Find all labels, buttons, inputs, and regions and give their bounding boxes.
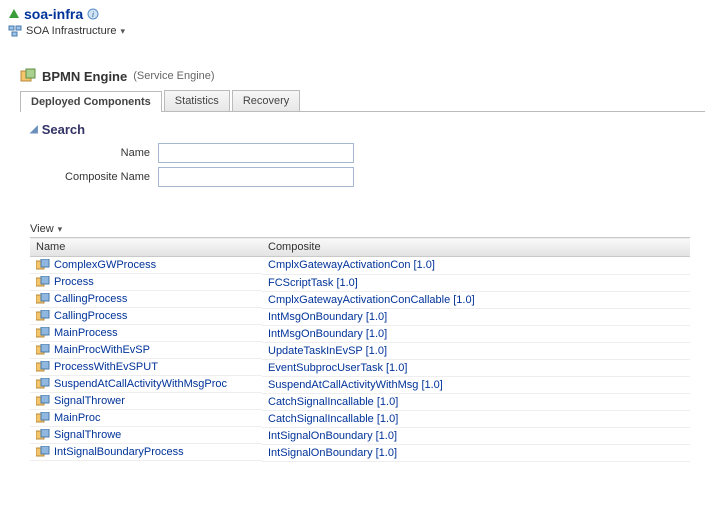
search-heading-label: Search [42,122,85,137]
nav-up-icon[interactable] [8,8,20,20]
breadcrumb-soa-infra[interactable]: soa-infra [24,6,83,22]
info-icon[interactable]: i [87,8,99,20]
table-row: SignalThrowe IntSignalOnBoundary [1.0] [30,427,690,444]
table-row: ComplexGWProcess CmplxGatewayActivationCo… [30,257,690,275]
table-row: SignalThrower CatchSignalIncallable [1.0] [30,393,690,410]
process-name-link[interactable]: CallingProcess [54,310,127,322]
composite-link[interactable]: CatchSignalIncallable [1.0] [268,396,398,408]
components-table: Name Composite ComplexGWProcess CmplxGate… [30,237,690,462]
composite-link[interactable]: IntMsgOnBoundary [1.0] [268,311,387,323]
table-row: MainProc CatchSignalIncallable [1.0] [30,410,690,427]
tab-bar: Deployed ComponentsStatisticsRecovery [20,90,705,112]
search-heading[interactable]: ◢ Search [30,122,705,137]
search-composite-input[interactable] [158,167,354,187]
composite-link[interactable]: IntMsgOnBoundary [1.0] [268,328,387,340]
search-name-row: Name [30,143,705,163]
view-menu[interactable]: View ▾ [30,223,705,235]
tab-deployed-components[interactable]: Deployed Components [20,91,162,112]
composite-link[interactable]: UpdateTaskInEvSP [1.0] [268,345,387,357]
process-name-link[interactable]: ComplexGWProcess [54,259,156,271]
process-icon [36,293,50,305]
search-composite-row: Composite Name [30,167,705,187]
composite-link[interactable]: IntSignalOnBoundary [1.0] [268,447,397,459]
process-icon [36,310,50,322]
process-icon [36,276,50,288]
composite-link[interactable]: CmplxGatewayActivationConCallable [1.0] [268,294,475,306]
search-name-input[interactable] [158,143,354,163]
process-icon [36,378,50,390]
composite-link[interactable]: CatchSignalIncallable [1.0] [268,413,398,425]
dropdown-icon[interactable]: ▾ [120,26,125,37]
process-icon [36,361,50,373]
engine-type: (Service Engine) [133,70,214,82]
process-name-link[interactable]: CallingProcess [54,293,127,305]
breadcrumb-row: soa-infra i [8,6,705,22]
table-row: CallingProcess IntMsgOnBoundary [1.0] [30,308,690,325]
process-icon [36,412,50,424]
composite-link[interactable]: EventSubprocUserTask [1.0] [268,362,407,374]
process-icon [36,429,50,441]
process-name-link[interactable]: SuspendAtCallActivityWithMsgProc [54,378,227,390]
col-header-composite[interactable]: Composite [262,238,690,257]
process-icon [36,327,50,339]
disclose-icon[interactable]: ◢ [30,124,38,135]
search-composite-label: Composite Name [30,171,158,183]
col-header-name[interactable]: Name [30,238,262,257]
process-name-link[interactable]: IntSignalBoundaryProcess [54,446,184,458]
search-panel: ◢ Search Name Composite Name [30,122,705,187]
table-row: IntSignalBoundaryProcess IntSignalOnBound… [30,444,690,461]
table-row: MainProcWithEvSP UpdateTaskInEvSP [1.0] [30,342,690,359]
context-menu-label[interactable]: SOA Infrastructure [26,25,116,37]
process-name-link[interactable]: MainProc [54,412,100,424]
table-row: SuspendAtCallActivityWithMsgProc SuspendA… [30,376,690,393]
table-row: ProcessWithEvSPUT EventSubprocUserTask [1… [30,359,690,376]
engine-title: BPMN Engine [42,69,127,84]
process-icon [36,395,50,407]
table-row: MainProcess IntMsgOnBoundary [1.0] [30,325,690,342]
process-name-link[interactable]: Process [54,276,94,288]
engine-header: BPMN Engine (Service Engine) [20,68,705,84]
table-row: CallingProcess CmplxGatewayActivationConC… [30,291,690,308]
tab-recovery[interactable]: Recovery [232,90,300,111]
svg-text:i: i [92,10,94,19]
tab-statistics[interactable]: Statistics [164,90,230,111]
search-name-label: Name [30,147,158,159]
dropdown-icon: ▾ [58,224,63,235]
view-menu-label: View [30,223,54,235]
process-name-link[interactable]: MainProcess [54,327,118,339]
composite-link[interactable]: SuspendAtCallActivityWithMsg [1.0] [268,379,443,391]
process-icon [36,446,50,458]
process-name-link[interactable]: SignalThrowe [54,429,121,441]
composite-link[interactable]: CmplxGatewayActivationCon [1.0] [268,259,435,271]
process-icon [36,344,50,356]
process-name-link[interactable]: SignalThrower [54,395,125,407]
bpmn-engine-icon [20,68,36,84]
composite-link[interactable]: FCScriptTask [1.0] [268,277,358,289]
process-icon [36,259,50,271]
context-menu-row: SOA Infrastructure ▾ [8,24,705,38]
soa-infra-icon [8,24,22,38]
composite-link[interactable]: IntSignalOnBoundary [1.0] [268,430,397,442]
table-row: Process FCScriptTask [1.0] [30,274,690,291]
process-name-link[interactable]: ProcessWithEvSPUT [54,361,158,373]
process-name-link[interactable]: MainProcWithEvSP [54,344,150,356]
